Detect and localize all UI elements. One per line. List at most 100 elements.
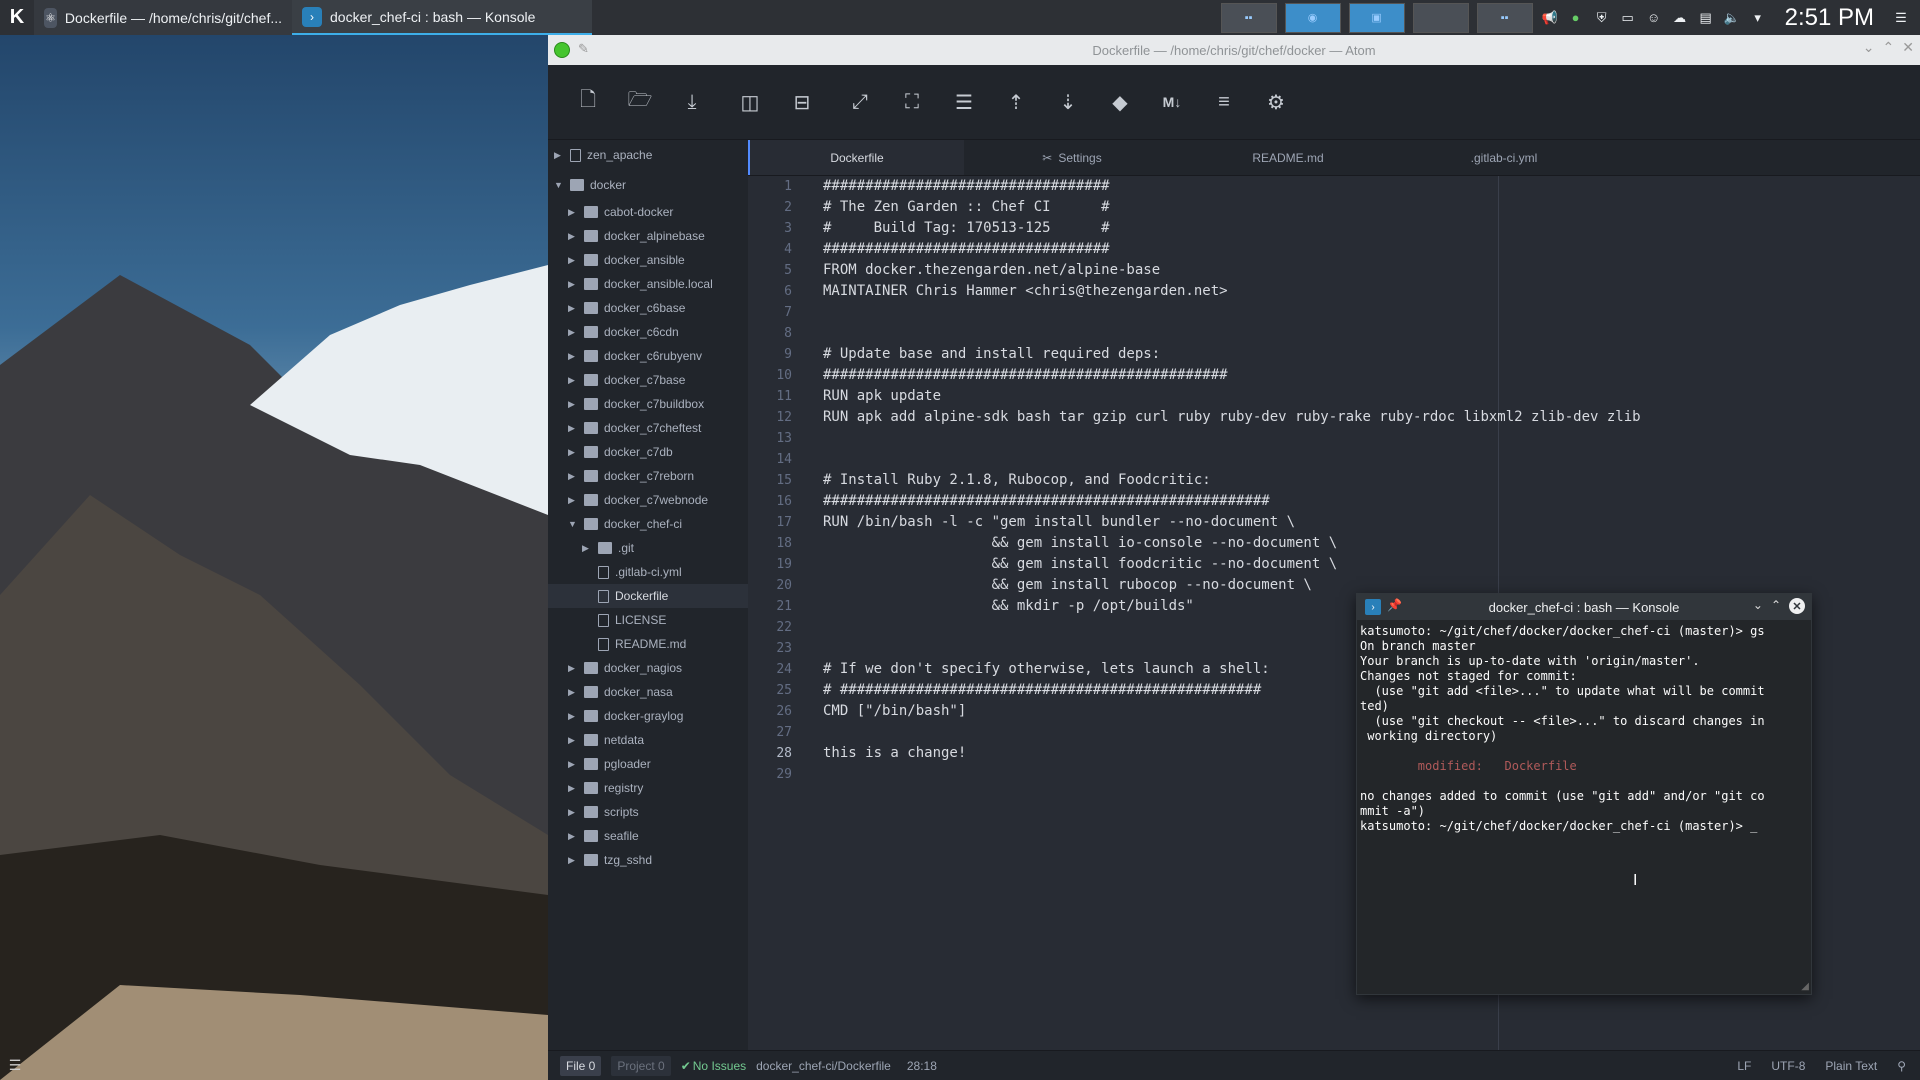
save-icon[interactable]: ⤓ bbox=[666, 82, 718, 122]
tree-item[interactable]: ▶ docker_c7db bbox=[548, 440, 748, 464]
notification-icon[interactable]: 📢 bbox=[1541, 9, 1559, 27]
code-line[interactable]: ################################## bbox=[823, 239, 1920, 260]
chevron-down-icon[interactable]: ▾ bbox=[1749, 9, 1767, 27]
code-line[interactable]: # The Zen Garden :: Chef CI # bbox=[823, 197, 1920, 218]
application-launcher-icon[interactable]: K bbox=[0, 0, 34, 35]
terminal-output[interactable]: katsumoto: ~/git/chef/docker/docker_chef… bbox=[1357, 620, 1811, 838]
tree-item[interactable]: ▶ docker_c7webnode bbox=[548, 488, 748, 512]
volume-icon[interactable]: 🔈 bbox=[1723, 9, 1741, 27]
tree-item[interactable]: ▶ docker_c6base bbox=[548, 296, 748, 320]
fullscreen-icon[interactable]: ⤢ bbox=[834, 82, 886, 122]
clock[interactable]: 2:51 PM bbox=[1785, 4, 1874, 32]
upload-icon[interactable]: ⇡ bbox=[990, 82, 1042, 122]
tab-readme[interactable]: README.md bbox=[1180, 140, 1396, 175]
file-path[interactable]: docker_chef-ci/Dockerfile bbox=[756, 1059, 891, 1073]
tree-root-item[interactable]: ▶ zen_apache bbox=[548, 140, 748, 170]
maximize-icon[interactable]: ⌃ bbox=[1771, 598, 1781, 614]
minimize-icon[interactable]: ⌄ bbox=[1863, 39, 1875, 56]
settings-icon[interactable]: ⚙ bbox=[1250, 82, 1302, 122]
code-line[interactable] bbox=[823, 323, 1920, 344]
tab-settings[interactable]: ✂ Settings bbox=[964, 140, 1180, 175]
code-line[interactable]: && gem install io-console --no-document … bbox=[823, 533, 1920, 554]
cursor-position[interactable]: 28:18 bbox=[907, 1059, 937, 1073]
task-konsole[interactable]: › docker_chef-ci : bash — Konsole bbox=[292, 0, 592, 35]
tree-item[interactable]: ▶ docker_nasa bbox=[548, 680, 748, 704]
encoding[interactable]: UTF-8 bbox=[1771, 1059, 1805, 1073]
tree-item[interactable]: ▶ docker_c6rubyenv bbox=[548, 344, 748, 368]
shield-icon[interactable]: ⛨ bbox=[1593, 9, 1611, 27]
tree-item[interactable]: ▶ docker_nagios bbox=[548, 656, 748, 680]
menu-icon[interactable]: ≡ bbox=[1198, 82, 1250, 122]
pager-desktop-3[interactable]: ▣ bbox=[1348, 2, 1405, 33]
cloud-icon[interactable]: ☁ bbox=[1671, 9, 1689, 27]
split-horizontal-icon[interactable]: ⊟ bbox=[776, 82, 828, 122]
tree-item[interactable]: ▶ docker_c6cdn bbox=[548, 320, 748, 344]
tree-item[interactable]: ▼ docker_chef-ci bbox=[548, 512, 748, 536]
tree-item[interactable]: LICENSE bbox=[548, 608, 748, 632]
tree-item[interactable]: ▶ docker_alpinebase bbox=[548, 224, 748, 248]
code-line[interactable]: # Install Ruby 2.1.8, Rubocop, and Foodc… bbox=[823, 470, 1920, 491]
pager-desktop-2[interactable]: ◉ bbox=[1284, 2, 1341, 33]
tree-item[interactable]: ▶ tzg_sshd bbox=[548, 848, 748, 872]
code-line[interactable]: # Update base and install required deps: bbox=[823, 344, 1920, 365]
tree-item[interactable]: ▶ scripts bbox=[548, 800, 748, 824]
code-line[interactable]: ########################################… bbox=[823, 491, 1920, 512]
pin-icon[interactable]: ✎ bbox=[578, 41, 589, 57]
tree-item[interactable]: ▶ cabot-docker bbox=[548, 200, 748, 224]
tree-item[interactable]: ▶ docker_c7buildbox bbox=[548, 392, 748, 416]
tree-item[interactable]: ▶ docker-graylog bbox=[548, 704, 748, 728]
panel-menu-icon[interactable]: ☰ bbox=[1892, 9, 1910, 27]
tree-docker-item[interactable]: ▼ docker bbox=[548, 170, 748, 200]
clipboard-icon[interactable]: ▤ bbox=[1697, 9, 1715, 27]
file-issues-badge[interactable]: File 0 bbox=[560, 1055, 602, 1076]
user-icon[interactable]: ☺ bbox=[1645, 9, 1663, 27]
tree-item[interactable]: .gitlab-ci.yml bbox=[548, 560, 748, 584]
maximize-icon[interactable]: ⌃ bbox=[1883, 39, 1895, 56]
open-folder-icon[interactable]: 🗁 bbox=[614, 82, 666, 122]
tree-item[interactable]: ▶ .git bbox=[548, 536, 748, 560]
tree-item[interactable]: ▶ pgloader bbox=[548, 752, 748, 776]
code-line[interactable]: MAINTAINER Chris Hammer <chris@thezengar… bbox=[823, 281, 1920, 302]
line-ending[interactable]: LF bbox=[1737, 1059, 1751, 1073]
split-vertical-icon[interactable]: ◫ bbox=[724, 82, 776, 122]
code-line[interactable]: ################################## bbox=[823, 176, 1920, 197]
tree-item[interactable]: ▶ docker_c7base bbox=[548, 368, 748, 392]
display-icon[interactable]: ▭ bbox=[1619, 9, 1637, 27]
code-line[interactable] bbox=[823, 428, 1920, 449]
pager-desktop-5[interactable]: ▪▪ bbox=[1476, 2, 1533, 33]
code-line[interactable]: RUN apk add alpine-sdk bash tar gzip cur… bbox=[823, 407, 1920, 428]
tree-item[interactable]: Dockerfile bbox=[548, 584, 748, 608]
tree-item[interactable]: ▶ registry bbox=[548, 776, 748, 800]
desktop-menu-icon[interactable]: ☰ bbox=[0, 1050, 30, 1080]
code-line[interactable]: && gem install foodcritic --no-document … bbox=[823, 554, 1920, 575]
github-icon[interactable]: ⚲ bbox=[1897, 1059, 1906, 1073]
tab-dockerfile[interactable]: Dockerfile bbox=[748, 140, 964, 175]
close-icon[interactable]: ✕ bbox=[1789, 598, 1805, 614]
code-line[interactable]: ########################################… bbox=[823, 365, 1920, 386]
grammar[interactable]: Plain Text bbox=[1825, 1059, 1877, 1073]
pin-icon[interactable]: 📌 bbox=[1387, 598, 1402, 612]
tab-gitlab-ci[interactable]: .gitlab-ci.yml bbox=[1396, 140, 1612, 175]
issues-status[interactable]: No Issues bbox=[693, 1059, 746, 1073]
close-icon[interactable]: ✕ bbox=[1902, 39, 1914, 56]
indent-icon[interactable]: ☰ bbox=[938, 82, 990, 122]
tree-item[interactable]: ▶ docker_c7reborn bbox=[548, 464, 748, 488]
code-line[interactable] bbox=[823, 302, 1920, 323]
code-line[interactable] bbox=[823, 449, 1920, 470]
code-line[interactable]: # Build Tag: 170513-125 # bbox=[823, 218, 1920, 239]
tree-item[interactable]: ▶ docker_ansible bbox=[548, 248, 748, 272]
tree-item[interactable]: ▶ docker_c7cheftest bbox=[548, 416, 748, 440]
new-file-icon[interactable]: 🗋 bbox=[562, 82, 614, 122]
download-icon[interactable]: ⇣ bbox=[1042, 82, 1094, 122]
tree-icon[interactable]: ⛶ bbox=[886, 82, 938, 122]
tree-item[interactable]: ▶ docker_ansible.local bbox=[548, 272, 748, 296]
git-icon[interactable]: ◆ bbox=[1094, 82, 1146, 122]
pager-desktop-4[interactable] bbox=[1412, 2, 1469, 33]
code-line[interactable]: RUN /bin/bash -l -c "gem install bundler… bbox=[823, 512, 1920, 533]
task-atom[interactable]: ⚛ Dockerfile — /home/chris/git/chef... bbox=[34, 0, 292, 35]
minimize-icon[interactable]: ⌄ bbox=[1753, 598, 1763, 614]
project-issues-badge[interactable]: Project 0 bbox=[611, 1055, 671, 1076]
pager-desktop-1[interactable]: ▪▪ bbox=[1220, 2, 1277, 33]
tree-item[interactable]: ▶ netdata bbox=[548, 728, 748, 752]
markdown-icon[interactable]: M↓ bbox=[1146, 82, 1198, 122]
